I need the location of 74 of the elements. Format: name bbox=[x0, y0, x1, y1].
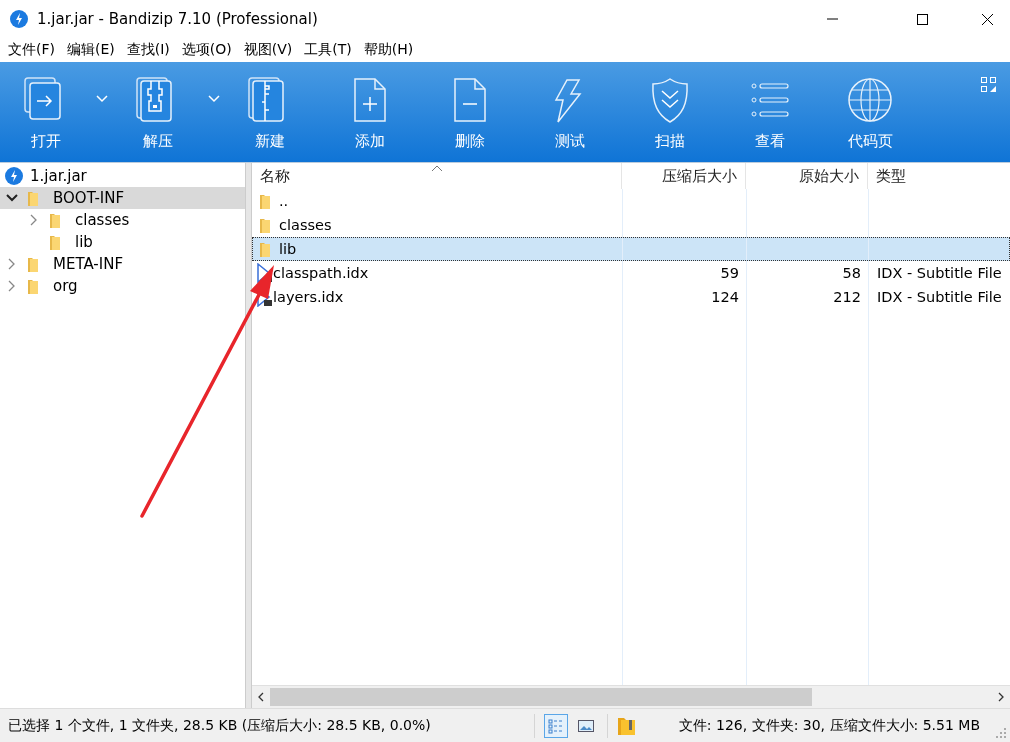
folder-icon bbox=[27, 277, 39, 295]
toolbar-button[interactable]: 打开 bbox=[14, 62, 108, 162]
scrollbar-thumb[interactable] bbox=[270, 688, 812, 706]
grid-layout-icon[interactable] bbox=[981, 77, 996, 92]
column-header[interactable]: 原始大小 bbox=[746, 163, 868, 189]
file-name: classes bbox=[279, 217, 332, 233]
file-row[interactable]: classes bbox=[252, 213, 1010, 237]
menu-item[interactable]: 帮助(H) bbox=[357, 41, 420, 59]
table-cell: IDX - Subtitle File bbox=[877, 265, 1002, 281]
archive-summary: 文件: 126, 文件夹: 30, 压缩文件大小: 5.51 MB bbox=[678, 716, 980, 735]
archive-logo-icon bbox=[5, 167, 23, 185]
folder-icon bbox=[259, 192, 271, 210]
column-header[interactable]: 压缩后大小 bbox=[622, 163, 746, 189]
toolbar-button[interactable]: 添加 bbox=[338, 62, 402, 162]
table-cell: 59 bbox=[720, 265, 739, 281]
menu-item[interactable]: 视图(V) bbox=[237, 41, 299, 59]
file-name: .. bbox=[279, 193, 289, 209]
toolbar-button[interactable]: 查看 bbox=[738, 62, 802, 162]
folder-label: org bbox=[53, 277, 78, 295]
menu-item[interactable]: 文件(F) bbox=[2, 41, 61, 59]
app-logo-icon bbox=[10, 10, 28, 28]
folder-label: META-INF bbox=[53, 255, 124, 273]
toolbar-button[interactable]: 测试 bbox=[538, 62, 602, 162]
file-name: layers.idx bbox=[273, 289, 344, 305]
folder-icon bbox=[49, 211, 61, 229]
menu-item[interactable]: 工具(T) bbox=[298, 41, 358, 59]
selection-status: 已选择 1 个文件, 1 文件夹, 28.5 KB (压缩后大小: 28.5 KB, 0.0%) bbox=[8, 716, 432, 735]
tree-row[interactable]: BOOT-INF bbox=[0, 187, 245, 209]
tree-row[interactable]: classes bbox=[0, 209, 245, 231]
horizontal-scrollbar[interactable] bbox=[252, 685, 1010, 708]
folder-icon bbox=[27, 189, 39, 207]
folder-icon bbox=[259, 240, 271, 258]
sort-ascending-icon bbox=[430, 165, 443, 172]
details-view-icon bbox=[548, 717, 564, 734]
folder-icon bbox=[49, 233, 61, 251]
table-cell: IDX - Subtitle File bbox=[877, 289, 1002, 305]
folder-label: lib bbox=[75, 233, 93, 251]
toolbar-button[interactable]: 代码页 bbox=[838, 62, 902, 162]
menu-item[interactable]: 编辑(E) bbox=[61, 41, 121, 59]
chevron-down-icon[interactable] bbox=[6, 192, 18, 204]
archive-folder-icon bbox=[617, 715, 636, 736]
file-row[interactable]: .. bbox=[252, 189, 1010, 213]
tree-row[interactable]: lib bbox=[0, 231, 245, 253]
tree-row[interactable]: META-INF bbox=[0, 253, 245, 275]
file-row[interactable]: lib bbox=[252, 237, 1010, 261]
picture-icon bbox=[578, 717, 594, 734]
view-toggle-button[interactable] bbox=[544, 713, 568, 738]
column-header[interactable]: 类型 bbox=[868, 163, 1010, 189]
toolbar-button[interactable]: 解压 bbox=[126, 62, 220, 162]
file-name: classpath.idx bbox=[273, 265, 369, 281]
chevron-left-icon bbox=[258, 692, 264, 702]
chevron-down-icon bbox=[208, 95, 220, 103]
table-cell: 124 bbox=[711, 289, 739, 305]
chevron-down-icon bbox=[96, 95, 108, 103]
toolbar-button[interactable]: 扫描 bbox=[638, 62, 702, 162]
menu-item[interactable]: 选项(O) bbox=[175, 41, 238, 59]
close-icon bbox=[981, 13, 993, 25]
menu-item[interactable]: 查找(I) bbox=[120, 41, 176, 59]
folder-icon bbox=[259, 216, 271, 234]
window-title: 1.jar.jar - Bandizip 7.10 (Professional) bbox=[37, 10, 319, 28]
tree-item[interactable]: 1.jar.jar bbox=[30, 167, 87, 185]
chevron-right-icon bbox=[998, 692, 1004, 702]
tree-row[interactable]: org bbox=[0, 275, 245, 297]
file-name: lib bbox=[279, 241, 297, 257]
toolbar-button[interactable]: 新建 bbox=[238, 62, 302, 162]
globe-icon bbox=[847, 76, 893, 124]
folder-label: classes bbox=[75, 211, 130, 229]
table-cell: 58 bbox=[842, 265, 861, 281]
folder-icon bbox=[27, 255, 39, 273]
toolbar-button[interactable]: 删除 bbox=[438, 62, 502, 162]
column-header[interactable]: 名称 bbox=[252, 163, 622, 189]
resize-grip-icon bbox=[996, 728, 1006, 738]
table-cell: 212 bbox=[833, 289, 861, 305]
folder-label: BOOT-INF bbox=[53, 189, 125, 207]
